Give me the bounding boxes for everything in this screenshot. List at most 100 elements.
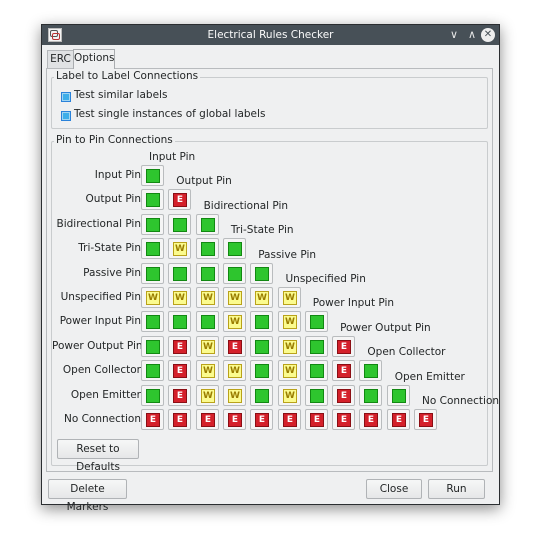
erc-cell-open-collector-passive-pin[interactable]	[250, 360, 273, 381]
erc-cell-no-connection-no-connection[interactable]: E	[414, 409, 437, 430]
erc-cell-passive-pin-output-pin[interactable]	[168, 263, 191, 284]
erc-cell-open-emitter-power-output-pin[interactable]: E	[332, 385, 355, 406]
erc-cell-power-input-pin-power-input-pin[interactable]	[305, 311, 328, 332]
error-status-icon: E	[255, 413, 269, 427]
erc-cell-unspecified-pin-passive-pin[interactable]: W	[250, 287, 273, 308]
run-button[interactable]: Run	[428, 479, 485, 499]
erc-cell-power-input-pin-output-pin[interactable]	[168, 311, 191, 332]
erc-cell-no-connection-bidirectional-pin[interactable]: E	[196, 409, 219, 430]
erc-cell-open-emitter-passive-pin[interactable]	[250, 385, 273, 406]
erc-cell-no-connection-tri-state-pin[interactable]: E	[223, 409, 246, 430]
erc-cell-passive-pin-input-pin[interactable]	[141, 263, 164, 284]
error-status-icon: E	[228, 413, 242, 427]
erc-cell-power-input-pin-input-pin[interactable]	[141, 311, 164, 332]
erc-cell-open-emitter-open-emitter[interactable]	[387, 385, 410, 406]
erc-cell-tri-state-pin-bidirectional-pin[interactable]	[196, 238, 219, 259]
window-title: Electrical Rules Checker	[207, 29, 334, 41]
erc-cell-unspecified-pin-tri-state-pin[interactable]: W	[223, 287, 246, 308]
test-global-labels-label[interactable]: Test single instances of global labels	[74, 108, 265, 120]
erc-cell-power-output-pin-bidirectional-pin[interactable]: W	[196, 336, 219, 357]
erc-cell-no-connection-passive-pin[interactable]: E	[250, 409, 273, 430]
erc-cell-bidirectional-pin-input-pin[interactable]	[141, 214, 164, 235]
erc-cell-unspecified-pin-input-pin[interactable]: W	[141, 287, 164, 308]
test-similar-labels-label[interactable]: Test similar labels	[74, 89, 167, 101]
erc-cell-open-emitter-tri-state-pin[interactable]: W	[223, 385, 246, 406]
minimize-icon[interactable]: ∨	[446, 27, 462, 43]
erc-cell-input-pin-input-pin[interactable]	[141, 165, 164, 186]
erc-cell-open-collector-output-pin[interactable]: E	[168, 360, 191, 381]
erc-cell-tri-state-pin-tri-state-pin[interactable]	[223, 238, 246, 259]
test-global-labels-checkbox[interactable]	[61, 111, 71, 121]
row-label-tri-state-pin: Tri-State Pin	[78, 242, 141, 255]
erc-cell-open-collector-input-pin[interactable]	[141, 360, 164, 381]
ok-status-icon	[173, 218, 187, 232]
erc-cell-open-emitter-bidirectional-pin[interactable]: W	[196, 385, 219, 406]
tab-options[interactable]: Options	[73, 49, 115, 69]
erc-cell-no-connection-input-pin[interactable]: E	[141, 409, 164, 430]
erc-cell-open-collector-power-output-pin[interactable]: E	[332, 360, 355, 381]
ok-status-icon	[201, 315, 215, 329]
pin-connections-title: Pin to Pin Connections	[54, 134, 175, 146]
erc-cell-unspecified-pin-unspecified-pin[interactable]: W	[278, 287, 301, 308]
erc-cell-open-emitter-unspecified-pin[interactable]: W	[278, 385, 301, 406]
erc-cell-open-emitter-open-collector[interactable]	[359, 385, 382, 406]
warning-status-icon: W	[228, 291, 242, 305]
ok-status-icon	[310, 389, 324, 403]
delete-markers-button[interactable]: Delete Markers	[48, 479, 127, 513]
erc-cell-open-emitter-input-pin[interactable]	[141, 385, 164, 406]
erc-cell-no-connection-power-output-pin[interactable]: E	[332, 409, 355, 430]
close-icon[interactable]: ✕	[481, 28, 495, 42]
title-bar[interactable]: Electrical Rules Checker ∨ ∧ ✕	[42, 25, 499, 45]
erc-cell-no-connection-open-emitter[interactable]: E	[387, 409, 410, 430]
erc-cell-power-input-pin-bidirectional-pin[interactable]	[196, 311, 219, 332]
erc-cell-power-output-pin-power-output-pin[interactable]: E	[332, 336, 355, 357]
erc-cell-power-output-pin-tri-state-pin[interactable]: E	[223, 336, 246, 357]
erc-cell-no-connection-open-collector[interactable]: E	[359, 409, 382, 430]
erc-cell-power-output-pin-input-pin[interactable]	[141, 336, 164, 357]
test-similar-labels-checkbox[interactable]	[61, 92, 71, 102]
erc-cell-open-collector-unspecified-pin[interactable]: W	[278, 360, 301, 381]
erc-cell-passive-pin-passive-pin[interactable]	[250, 263, 273, 284]
erc-cell-power-input-pin-passive-pin[interactable]	[250, 311, 273, 332]
erc-cell-power-output-pin-output-pin[interactable]: E	[168, 336, 191, 357]
erc-cell-power-output-pin-unspecified-pin[interactable]: W	[278, 336, 301, 357]
ok-status-icon	[255, 315, 269, 329]
ok-status-icon	[310, 340, 324, 354]
erc-cell-open-collector-power-input-pin[interactable]	[305, 360, 328, 381]
error-status-icon: E	[310, 413, 324, 427]
tab-erc[interactable]: ERC	[47, 50, 74, 68]
erc-cell-open-collector-open-collector[interactable]	[359, 360, 382, 381]
error-status-icon: E	[337, 413, 351, 427]
erc-cell-passive-pin-bidirectional-pin[interactable]	[196, 263, 219, 284]
erc-cell-unspecified-pin-output-pin[interactable]: W	[168, 287, 191, 308]
erc-cell-open-emitter-output-pin[interactable]: E	[168, 385, 191, 406]
erc-cell-open-collector-bidirectional-pin[interactable]: W	[196, 360, 219, 381]
ok-status-icon	[173, 315, 187, 329]
erc-cell-power-input-pin-unspecified-pin[interactable]: W	[278, 311, 301, 332]
erc-cell-no-connection-power-input-pin[interactable]: E	[305, 409, 328, 430]
erc-cell-output-pin-output-pin[interactable]: E	[168, 189, 191, 210]
error-status-icon: E	[201, 413, 215, 427]
erc-cell-passive-pin-tri-state-pin[interactable]	[223, 263, 246, 284]
ok-status-icon	[201, 242, 215, 256]
erc-cell-power-output-pin-power-input-pin[interactable]	[305, 336, 328, 357]
erc-cell-bidirectional-pin-bidirectional-pin[interactable]	[196, 214, 219, 235]
erc-cell-bidirectional-pin-output-pin[interactable]	[168, 214, 191, 235]
erc-cell-no-connection-output-pin[interactable]: E	[168, 409, 191, 430]
warning-status-icon: W	[173, 242, 187, 256]
erc-cell-no-connection-unspecified-pin[interactable]: E	[278, 409, 301, 430]
erc-cell-unspecified-pin-bidirectional-pin[interactable]: W	[196, 287, 219, 308]
ok-status-icon	[310, 364, 324, 378]
erc-cell-open-emitter-power-input-pin[interactable]	[305, 385, 328, 406]
maximize-icon[interactable]: ∧	[464, 27, 480, 43]
erc-cell-power-input-pin-tri-state-pin[interactable]: W	[223, 311, 246, 332]
erc-cell-output-pin-input-pin[interactable]	[141, 189, 164, 210]
close-button[interactable]: Close	[366, 479, 422, 499]
reset-defaults-button[interactable]: Reset to Defaults	[57, 439, 139, 473]
erc-cell-tri-state-pin-output-pin[interactable]: W	[168, 238, 191, 259]
erc-cell-open-collector-tri-state-pin[interactable]: W	[223, 360, 246, 381]
error-status-icon: E	[173, 413, 187, 427]
erc-cell-power-output-pin-passive-pin[interactable]	[250, 336, 273, 357]
row-label-power-input-pin: Power Input Pin	[59, 315, 141, 328]
erc-cell-tri-state-pin-input-pin[interactable]	[141, 238, 164, 259]
